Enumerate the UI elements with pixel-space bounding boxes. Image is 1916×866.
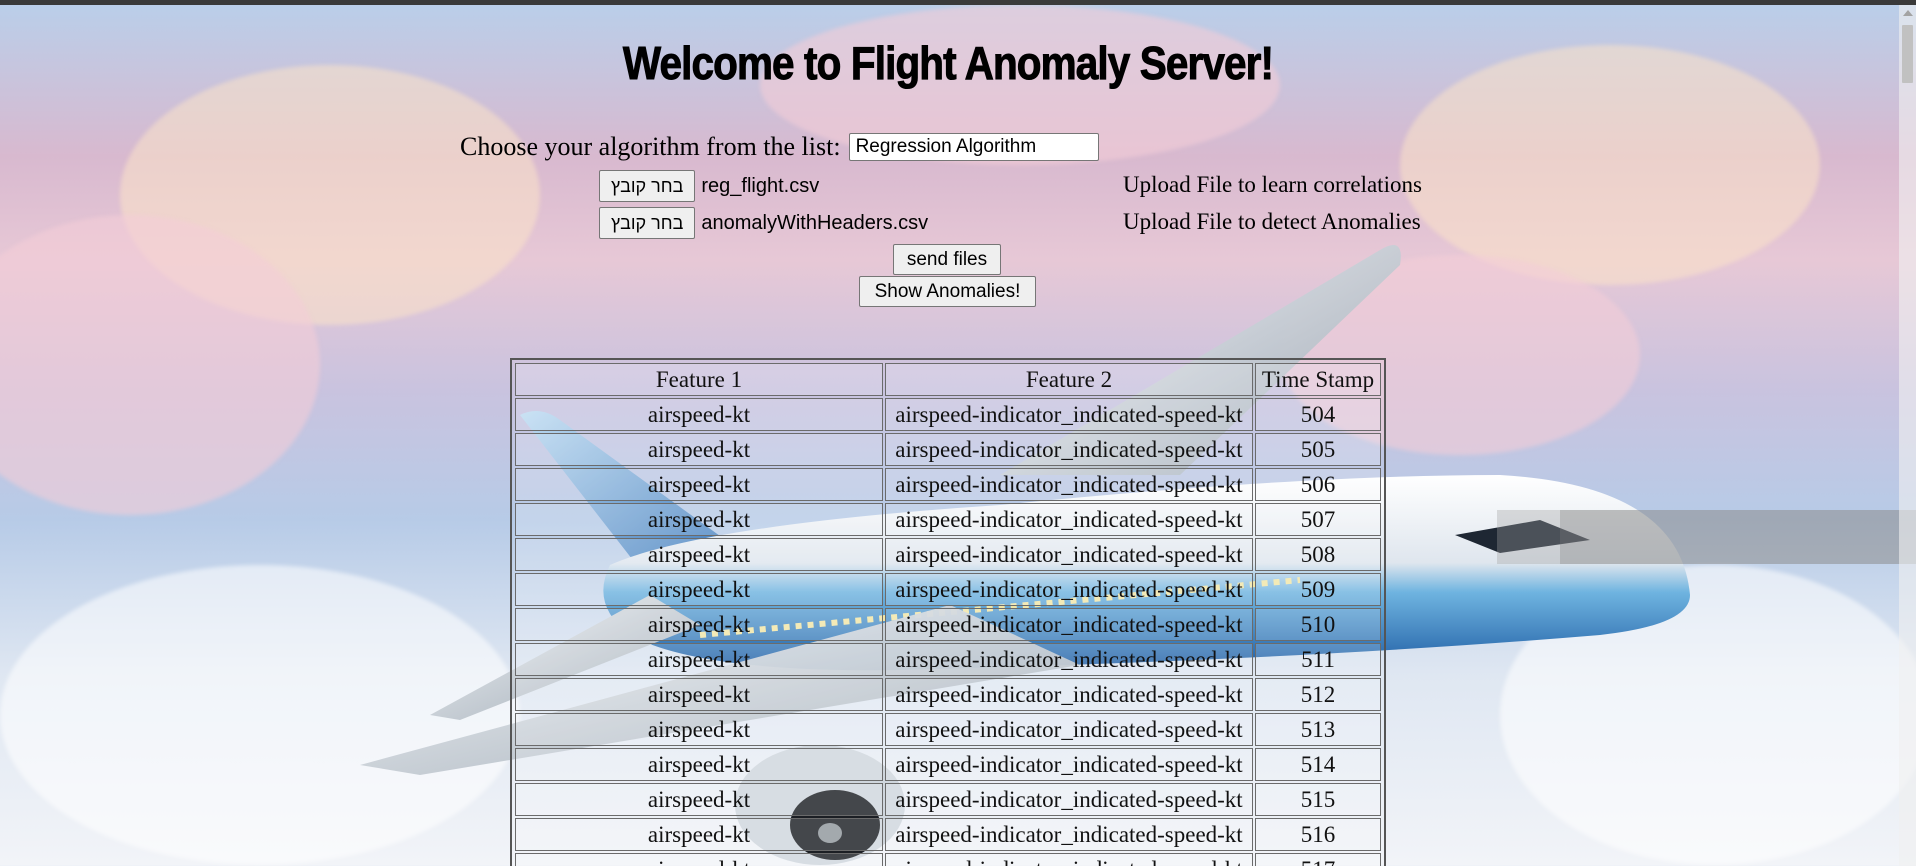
cell-feature-2: airspeed-indicator_indicated-speed-kt <box>885 748 1253 781</box>
table-header-row: Feature 1 Feature 2 Time Stamp <box>515 363 1381 396</box>
cell-feature-2: airspeed-indicator_indicated-speed-kt <box>885 398 1253 431</box>
algorithm-label: Choose your algorithm from the list: <box>460 132 841 161</box>
table-row: airspeed-ktairspeed-indicator_indicated-… <box>515 783 1381 816</box>
cell-feature-2: airspeed-indicator_indicated-speed-kt <box>885 853 1253 866</box>
column-header-time-stamp: Time Stamp <box>1255 363 1381 396</box>
detect-file-row: בחר קובץ anomalyWithHeaders.csv <box>599 207 929 239</box>
cell-time-stamp: 504 <box>1255 398 1381 431</box>
cell-feature-2: airspeed-indicator_indicated-speed-kt <box>885 783 1253 816</box>
column-header-feature-1: Feature 1 <box>515 363 883 396</box>
cell-feature-2: airspeed-indicator_indicated-speed-kt <box>885 713 1253 746</box>
detect-file-choose-button[interactable]: בחר קובץ <box>599 207 696 239</box>
cell-time-stamp: 517 <box>1255 853 1381 866</box>
cell-feature-2: airspeed-indicator_indicated-speed-kt <box>885 538 1253 571</box>
table-row: airspeed-ktairspeed-indicator_indicated-… <box>515 748 1381 781</box>
page-title: Welcome to Flight Anomaly Server! <box>622 37 1274 90</box>
cell-feature-2: airspeed-indicator_indicated-speed-kt <box>885 678 1253 711</box>
table-row: airspeed-ktairspeed-indicator_indicated-… <box>515 818 1381 851</box>
table-row: airspeed-ktairspeed-indicator_indicated-… <box>515 433 1381 466</box>
cell-feature-1: airspeed-kt <box>515 713 883 746</box>
cell-time-stamp: 511 <box>1255 643 1381 676</box>
table-row: airspeed-ktairspeed-indicator_indicated-… <box>515 678 1381 711</box>
cell-feature-1: airspeed-kt <box>515 503 883 536</box>
cell-time-stamp: 516 <box>1255 818 1381 851</box>
cell-time-stamp: 513 <box>1255 713 1381 746</box>
cell-time-stamp: 515 <box>1255 783 1381 816</box>
learn-file-row: בחר קובץ reg_flight.csv <box>599 170 820 202</box>
scroll-up-icon[interactable] <box>1903 10 1913 16</box>
cell-feature-1: airspeed-kt <box>515 643 883 676</box>
cell-time-stamp: 510 <box>1255 608 1381 641</box>
detect-file-name: anomalyWithHeaders.csv <box>701 211 929 234</box>
cell-feature-1: airspeed-kt <box>515 398 883 431</box>
table-row: airspeed-ktairspeed-indicator_indicated-… <box>515 468 1381 501</box>
cell-time-stamp: 505 <box>1255 433 1381 466</box>
cell-feature-1: airspeed-kt <box>515 538 883 571</box>
cell-feature-2: airspeed-indicator_indicated-speed-kt <box>885 608 1253 641</box>
anomalies-table: Feature 1 Feature 2 Time Stamp airspeed-… <box>510 358 1386 866</box>
cell-feature-2: airspeed-indicator_indicated-speed-kt <box>885 573 1253 606</box>
cell-feature-2: airspeed-indicator_indicated-speed-kt <box>885 433 1253 466</box>
cell-time-stamp: 512 <box>1255 678 1381 711</box>
cell-feature-2: airspeed-indicator_indicated-speed-kt <box>885 468 1253 501</box>
learn-file-name: reg_flight.csv <box>701 174 820 197</box>
table-row: airspeed-ktairspeed-indicator_indicated-… <box>515 713 1381 746</box>
overlay-strip <box>1497 510 1916 564</box>
cell-time-stamp: 514 <box>1255 748 1381 781</box>
show-anomalies-button[interactable]: Show Anomalies! <box>859 276 1036 307</box>
table-row: airspeed-ktairspeed-indicator_indicated-… <box>515 608 1381 641</box>
table-row: airspeed-ktairspeed-indicator_indicated-… <box>515 573 1381 606</box>
table-row: airspeed-ktairspeed-indicator_indicated-… <box>515 538 1381 571</box>
cell-time-stamp: 506 <box>1255 468 1381 501</box>
detect-file-caption: Upload File to detect Anomalies <box>1123 209 1421 234</box>
cell-feature-1: airspeed-kt <box>515 573 883 606</box>
cell-feature-2: airspeed-indicator_indicated-speed-kt <box>885 503 1253 536</box>
cell-feature-2: airspeed-indicator_indicated-speed-kt <box>885 643 1253 676</box>
cell-time-stamp: 509 <box>1255 573 1381 606</box>
table-row: airspeed-ktairspeed-indicator_indicated-… <box>515 853 1381 866</box>
table-row: airspeed-ktairspeed-indicator_indicated-… <box>515 503 1381 536</box>
column-header-feature-2: Feature 2 <box>885 363 1253 396</box>
cell-time-stamp: 507 <box>1255 503 1381 536</box>
cell-feature-1: airspeed-kt <box>515 433 883 466</box>
learn-file-caption: Upload File to learn correlations <box>1123 172 1422 197</box>
cell-time-stamp: 508 <box>1255 538 1381 571</box>
learn-file-choose-button[interactable]: בחר קובץ <box>599 170 696 202</box>
cell-feature-1: airspeed-kt <box>515 678 883 711</box>
algorithm-input[interactable] <box>848 133 1099 161</box>
cell-feature-1: airspeed-kt <box>515 468 883 501</box>
cell-feature-1: airspeed-kt <box>515 853 883 866</box>
algorithm-row: Choose your algorithm from the list: <box>460 130 1099 164</box>
table-row: airspeed-ktairspeed-indicator_indicated-… <box>515 643 1381 676</box>
cell-feature-1: airspeed-kt <box>515 783 883 816</box>
cell-feature-2: airspeed-indicator_indicated-speed-kt <box>885 818 1253 851</box>
send-files-button[interactable]: send files <box>893 244 1001 275</box>
cell-feature-1: airspeed-kt <box>515 748 883 781</box>
table-row: airspeed-ktairspeed-indicator_indicated-… <box>515 398 1381 431</box>
cell-feature-1: airspeed-kt <box>515 608 883 641</box>
scrollbar-thumb[interactable] <box>1902 25 1913 83</box>
cell-feature-1: airspeed-kt <box>515 818 883 851</box>
page-scrollbar[interactable] <box>1899 5 1916 866</box>
